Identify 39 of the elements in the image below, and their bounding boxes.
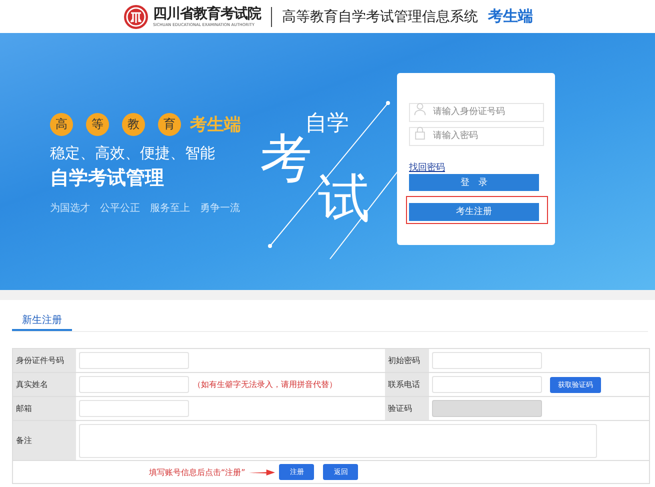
badge-circle: 教 (122, 113, 145, 136)
motto-text: 服务至上 (150, 202, 190, 215)
remarks-field[interactable] (79, 424, 597, 458)
art-text: 考 (260, 133, 312, 185)
input-field[interactable] (432, 376, 542, 393)
field-label: 备注 (13, 421, 76, 460)
motto-text: 勇争一流 (200, 202, 240, 215)
input-field[interactable] (79, 352, 189, 369)
slogan-text: 稳定、高效、便捷、智能 (50, 144, 216, 163)
tab[interactable]: 新生注册 (12, 306, 72, 331)
badge-circle: 等 (86, 113, 109, 136)
field-label: 初始密码 (385, 349, 429, 372)
forgot-password-link[interactable]: 找回密码 (409, 161, 445, 174)
input-field[interactable] (79, 376, 189, 393)
input-field[interactable] (432, 352, 542, 369)
badge-title: 考生端 (190, 114, 241, 136)
field-label: 真实姓名 (13, 373, 76, 396)
system-title: 高等教育自学考试管理信息系统 (282, 8, 478, 26)
login-field[interactable]: 请输入密码 (409, 126, 544, 146)
headline-text: 自学考试管理 (50, 166, 165, 191)
hint-text: 填写账号信息后点击“注册” (149, 466, 246, 478)
badge-circle: 育 (158, 113, 181, 136)
register-button[interactable]: 考生注册 (409, 202, 539, 220)
portal-title: 考生端 (488, 7, 533, 26)
art-text: 试 (318, 173, 370, 225)
logo-icon (123, 4, 149, 30)
field-label: 邮箱 (13, 397, 76, 420)
badge-circle: 高 (50, 113, 73, 136)
input-field[interactable] (79, 400, 189, 417)
motto-text: 公平公正 (100, 202, 140, 215)
institute-name: 四川省教育考试院 (153, 6, 261, 20)
login-field[interactable]: 请输入身份证号码 (409, 102, 544, 122)
note-text: （如有生僻字无法录入，请用拼音代替） (193, 379, 337, 390)
login-button[interactable]: 登 录 (409, 174, 539, 191)
motto-text: 为国选才 (50, 202, 90, 215)
field-label: 身份证件号码 (13, 349, 76, 372)
field-label: 联系电话 (385, 373, 429, 396)
field-label: 验证码 (385, 397, 429, 420)
art-text: 自学 (305, 110, 349, 136)
